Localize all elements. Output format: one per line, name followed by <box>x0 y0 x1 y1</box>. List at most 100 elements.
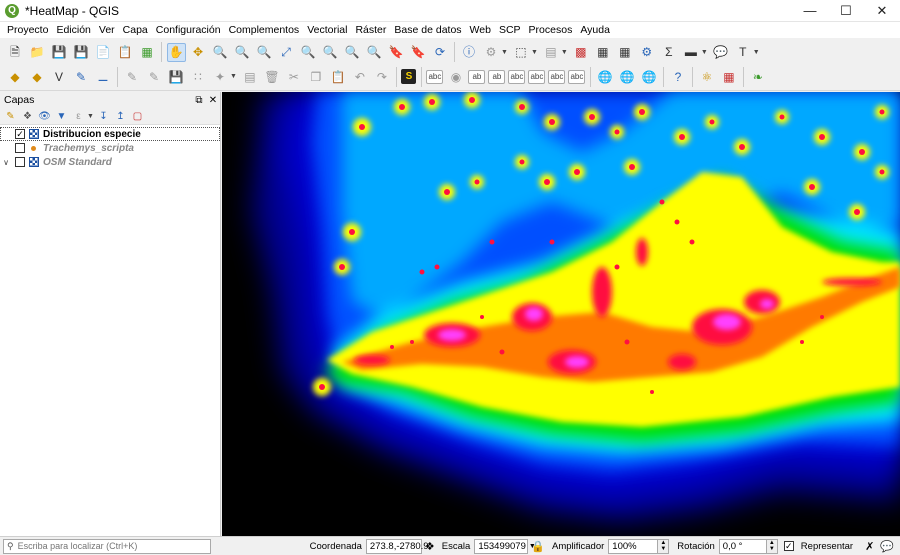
style-layer-icon[interactable]: ✎ <box>3 109 18 123</box>
delete-selected-icon[interactable]: 🗑 <box>262 67 281 86</box>
close-panel-icon[interactable]: ✕ <box>206 95 220 106</box>
text-annotation-icon[interactable]: T <box>733 43 752 62</box>
scp-plugin-icon[interactable]: S <box>401 69 417 84</box>
vertex-tool-icon[interactable]: ✦ <box>211 67 230 86</box>
zoom-out-icon[interactable]: 🔍 <box>233 43 252 62</box>
new-project-icon[interactable]: 🗎 <box>6 43 25 62</box>
select-by-value-icon[interactable]: ▤ <box>541 43 560 62</box>
open-project-icon[interactable]: 📁 <box>28 43 47 62</box>
menu-procesos[interactable]: Procesos <box>525 24 577 36</box>
remove-layer-icon[interactable]: ▢ <box>130 109 145 123</box>
add-wms-layer-icon[interactable]: ✎ <box>72 67 91 86</box>
rotate-label-icon[interactable]: abc <box>528 69 546 84</box>
coordinate-field[interactable]: 273.8,-2780.9 <box>365 538 429 554</box>
pan-to-selection-icon[interactable]: ✥ <box>189 43 208 62</box>
rotation-field[interactable]: 0,0 ° <box>718 538 767 554</box>
select-features-icon[interactable]: ⬚ <box>511 43 530 62</box>
grid-plugin-icon[interactable]: ▦ <box>719 67 738 86</box>
menu-vectorial[interactable]: Vectorial <box>303 24 351 36</box>
modify-attributes-icon[interactable]: ▤ <box>240 67 259 86</box>
paste-features-icon[interactable]: 📋 <box>328 67 347 86</box>
zoom-selection-icon[interactable]: 🔍 <box>299 43 318 62</box>
statistics-icon[interactable]: Σ <box>659 43 678 62</box>
manage-visibility-icon[interactable]: 👁 <box>37 109 52 123</box>
magnifier-spinner[interactable]: ▲ ▼ <box>658 538 670 554</box>
map-tips-icon[interactable]: 💬 <box>711 43 730 62</box>
menu-base-de-datos[interactable]: Base de datos <box>390 24 465 36</box>
zoom-in-icon[interactable]: 🔍 <box>211 43 230 62</box>
undo-icon[interactable]: ↶ <box>350 67 369 86</box>
actions-icon[interactable]: ⚙ <box>482 43 501 62</box>
highlight-labels-icon[interactable]: ab <box>488 69 506 84</box>
minimize-button[interactable]: — <box>792 0 828 22</box>
layer-trachemys-scripta[interactable]: Trachemys_scripta <box>0 141 220 155</box>
menu-complementos[interactable]: Complementos <box>225 24 304 36</box>
zoom-last-icon[interactable]: 🔍 <box>343 43 362 62</box>
menu-ver[interactable]: Ver <box>95 24 119 36</box>
new-print-layout-icon[interactable]: 📄 <box>94 43 113 62</box>
crs-icon[interactable]: ✗ <box>865 540 874 553</box>
save-edits-icon[interactable]: 💾 <box>167 67 186 86</box>
render-checkbox[interactable]: ✓ <box>783 541 794 551</box>
measure-icon[interactable]: ▬ <box>681 43 700 62</box>
layer-labeling-icon[interactable]: ab <box>468 69 486 84</box>
style-manager-icon[interactable]: ▦ <box>138 43 157 62</box>
menu-web[interactable]: Web <box>466 24 495 36</box>
pan-icon[interactable]: ✋ <box>166 42 186 62</box>
zoom-native-icon[interactable]: 🔍 <box>255 43 274 62</box>
new-bookmark-icon[interactable]: 🔖 <box>387 43 406 62</box>
cut-features-icon[interactable]: ✂ <box>284 67 303 86</box>
leaf-plugin-icon[interactable]: ❧ <box>748 67 767 86</box>
menu-capa[interactable]: Capa <box>119 24 152 36</box>
lock-scale-icon[interactable]: 🔒 <box>531 540 545 553</box>
show-hide-labels-icon[interactable]: abc <box>568 69 586 84</box>
add-feature-icon[interactable]: ∷ <box>189 67 208 86</box>
field-calculator-icon[interactable]: ▦ <box>615 43 634 62</box>
rotation-spinner[interactable]: ▲ ▼ <box>766 538 778 554</box>
filter-legend-icon[interactable]: ▼ <box>54 109 69 123</box>
quickmapservices-icon[interactable]: 🌐 <box>595 67 614 86</box>
python-console-icon[interactable]: ⚛ <box>697 67 716 86</box>
refresh-icon[interactable]: ⟳ <box>431 43 450 62</box>
collapse-all-icon[interactable]: ↥ <box>113 109 128 123</box>
zoom-full-icon[interactable]: ⤢ <box>277 43 296 62</box>
deselect-icon[interactable]: ▩ <box>571 43 590 62</box>
expand-chevron-icon[interactable]: ∨ <box>0 158 12 167</box>
toggle-editing-icon[interactable]: ✎ <box>145 67 164 86</box>
layer-visibility-checkbox[interactable]: ✓ <box>15 129 25 139</box>
map-canvas[interactable] <box>222 92 900 536</box>
layer-visibility-checkbox[interactable] <box>15 157 25 167</box>
move-label-icon[interactable]: abc <box>508 69 526 84</box>
label-pin-icon[interactable]: ◉ <box>446 67 465 86</box>
menu-ayuda[interactable]: Ayuda <box>576 24 614 36</box>
new-layer-icon[interactable]: ◆ <box>28 67 47 86</box>
metasearch-icon[interactable]: 🌐 <box>617 67 636 86</box>
locator-bar[interactable]: ⚲ <box>3 538 211 554</box>
layer-osm-standard[interactable]: ∨ OSM Standard <box>0 155 220 169</box>
help-icon[interactable]: ? <box>668 67 687 86</box>
current-edits-icon[interactable]: ✎ <box>123 67 142 86</box>
georeferencer-icon[interactable]: 🌐 <box>639 67 658 86</box>
toolbox-icon[interactable]: ⚙ <box>637 43 656 62</box>
magnifier-field[interactable]: 100% <box>608 538 659 554</box>
menu-scp[interactable]: SCP <box>495 24 525 36</box>
scale-field[interactable]: 153499079 ▼ <box>474 538 536 554</box>
save-project-icon[interactable]: 💾 <box>50 43 69 62</box>
messages-icon[interactable]: 💬 <box>880 540 894 553</box>
add-group-icon[interactable]: ❖ <box>20 109 35 123</box>
close-button[interactable]: ✕ <box>864 0 900 22</box>
data-source-manager-icon[interactable]: ◆ <box>6 67 25 86</box>
attribute-table-icon[interactable]: ▦ <box>593 43 612 62</box>
add-database-layer-icon[interactable]: ⚊ <box>94 67 113 86</box>
show-bookmarks-icon[interactable]: 🔖 <box>409 43 428 62</box>
identify-icon[interactable]: ⓘ <box>460 43 479 62</box>
redo-icon[interactable]: ↷ <box>372 67 391 86</box>
float-panel-icon[interactable]: ⧉ <box>192 95 206 106</box>
filter-expression-icon[interactable]: ε <box>71 109 86 123</box>
layer-visibility-checkbox[interactable] <box>15 143 25 153</box>
copy-features-icon[interactable]: ❐ <box>306 67 325 86</box>
add-vector-layer-icon[interactable]: V <box>50 67 69 86</box>
locator-input[interactable] <box>17 541 198 551</box>
zoom-layer-icon[interactable]: 🔍 <box>321 43 340 62</box>
toggle-extents-icon[interactable]: ❖ <box>425 540 435 553</box>
